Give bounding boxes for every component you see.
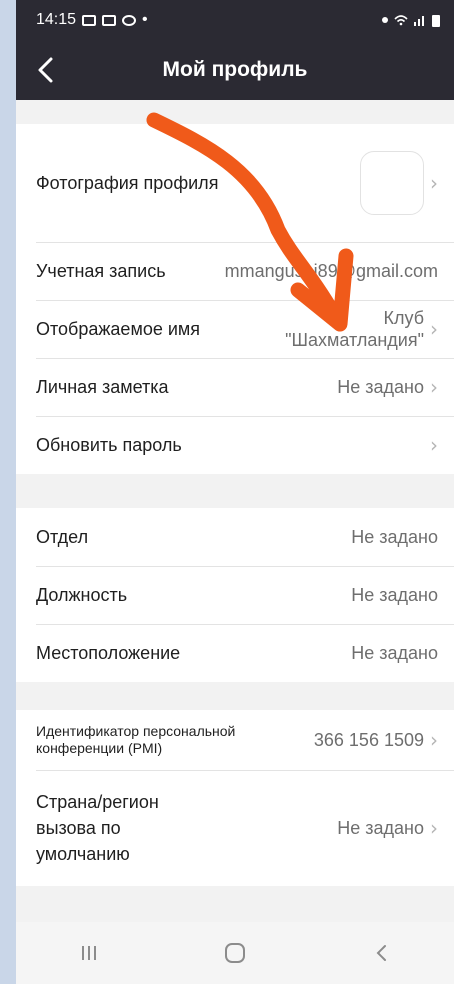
pmi-label-line2: конференции (PMI): [36, 740, 163, 756]
profile-photo-label: Фотография профиля: [36, 172, 219, 193]
profile-photo-row[interactable]: Фотография профиля ›: [16, 124, 454, 242]
back-arrow-icon[interactable]: [34, 54, 58, 86]
display-name-label: Отображаемое имя: [36, 318, 201, 339]
pmi-row[interactable]: Идентификатор персональной конференции (…: [16, 710, 454, 770]
default-call-country-value: Не задано: [337, 817, 424, 838]
profile-photo-value: ›: [360, 151, 438, 215]
alarm-icon: [382, 17, 388, 23]
work-section: Отдел Не задано Должность Не задано Мест…: [16, 508, 454, 682]
display-name-row[interactable]: Отображаемое имя Клуб "Шахматландия" ›: [16, 300, 454, 358]
chevron-right-icon: ›: [430, 171, 438, 195]
chevron-right-icon: ›: [430, 433, 438, 457]
display-name-line2: "Шахматландия": [285, 330, 424, 350]
default-call-country-label: Страна/регион вызова по умолчанию: [36, 789, 186, 867]
personal-note-value: Не задано: [337, 376, 424, 397]
wifi-icon: [394, 15, 408, 26]
position-value: Не задано: [351, 584, 438, 605]
status-right: [382, 14, 440, 27]
country-label-line3: умолчанию: [36, 844, 130, 864]
phone-screen: 14:15 • Мой профиль Фотография профиля ›: [16, 0, 454, 984]
location-value: Не задано: [351, 642, 438, 663]
pmi-value-wrap: 366 156 1509 ›: [314, 728, 438, 752]
personal-note-row[interactable]: Личная заметка Не задано ›: [16, 358, 454, 416]
status-time: 14:15: [36, 11, 77, 28]
section-gap: [16, 474, 454, 508]
signal-icon: [414, 16, 424, 26]
whatsapp-icon: [122, 14, 137, 26]
nav-back-button[interactable]: [361, 933, 401, 973]
default-call-country-value-wrap: Не задано ›: [337, 816, 438, 840]
account-value: mmangushi89@gmail.com: [224, 260, 438, 281]
personal-note-value-wrap: Не задано ›: [337, 375, 438, 399]
cast-icon: [102, 14, 117, 26]
display-name-line1: Клуб: [383, 308, 425, 328]
home-icon: [225, 943, 245, 963]
department-row: Отдел Не задано: [16, 508, 454, 566]
display-name-value-wrap: Клуб "Шахматландия" ›: [285, 307, 438, 351]
department-value: Не задано: [351, 526, 438, 547]
chevron-right-icon: ›: [430, 317, 438, 341]
battery-icon: [432, 14, 440, 27]
pmi-label: Идентификатор персональной конференции (…: [36, 723, 235, 757]
status-dot: •: [142, 11, 148, 28]
home-button[interactable]: [215, 933, 255, 973]
status-bar: 14:15 •: [16, 0, 454, 40]
personal-note-label: Личная заметка: [36, 376, 169, 397]
position-row: Должность Не задано: [16, 566, 454, 624]
section-gap: [16, 100, 454, 124]
country-label-line1: Страна/регион: [36, 792, 159, 812]
chevron-right-icon: ›: [430, 816, 438, 840]
app-bar: Мой профиль: [16, 40, 454, 100]
chevron-right-icon: ›: [430, 728, 438, 752]
update-password-row[interactable]: Обновить пароль ›: [16, 416, 454, 474]
recents-icon: [82, 946, 96, 960]
account-row: Учетная запись mmangushi89@gmail.com: [16, 242, 454, 300]
location-row: Местоположение Не задано: [16, 624, 454, 682]
department-label: Отдел: [36, 526, 89, 547]
display-name-value: Клуб "Шахматландия": [285, 307, 424, 351]
account-label: Учетная запись: [36, 260, 166, 281]
pmi-value: 366 156 1509: [313, 729, 424, 750]
country-label-line2: вызова по: [36, 818, 121, 838]
gallery-icon: [82, 14, 97, 26]
update-password-label: Обновить пароль: [36, 434, 182, 455]
default-call-country-row[interactable]: Страна/регион вызова по умолчанию Не зад…: [16, 770, 454, 886]
location-label: Местоположение: [36, 642, 181, 663]
section-gap: [16, 682, 454, 710]
recents-button[interactable]: [69, 933, 109, 973]
nav-back-icon: [376, 945, 386, 961]
position-label: Должность: [36, 584, 128, 605]
chevron-right-icon: ›: [430, 375, 438, 399]
system-nav-bar: [16, 922, 454, 984]
meeting-section: Идентификатор персональной конференции (…: [16, 710, 454, 886]
page-title: Мой профиль: [162, 58, 308, 81]
pmi-label-line1: Идентификатор персональной: [36, 723, 236, 739]
profile-section: Фотография профиля › Учетная запись mman…: [16, 124, 454, 474]
status-left: 14:15 •: [36, 11, 148, 29]
update-password-value: ›: [430, 433, 438, 457]
avatar[interactable]: [360, 151, 424, 215]
